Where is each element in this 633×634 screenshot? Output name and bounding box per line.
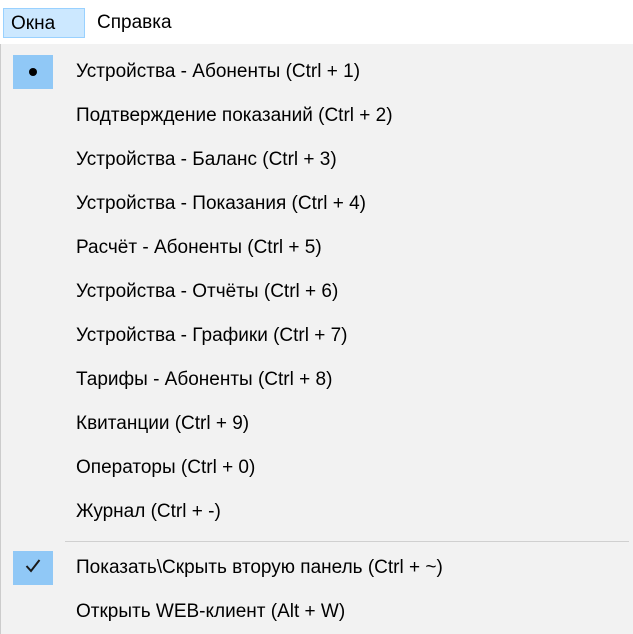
menu-windows[interactable]: Окна xyxy=(3,8,85,38)
menu-item-devices-reports[interactable]: Устройства - Отчёты (Ctrl + 6) xyxy=(1,272,633,312)
menu-item-tariffs-subscribers[interactable]: Тарифы - Абоненты (Ctrl + 8) xyxy=(1,360,633,400)
menu-item-label: Расчёт - Абоненты (Ctrl + 5) xyxy=(76,237,322,258)
menu-item-label: Устройства - Показания (Ctrl + 4) xyxy=(76,193,366,214)
menu-item-devices-balance[interactable]: Устройства - Баланс (Ctrl + 3) xyxy=(1,140,633,180)
checkmark-icon xyxy=(25,559,41,573)
menu-item-open-web-client[interactable]: Открыть WEB-клиент (Alt + W) xyxy=(1,592,633,632)
menu-item-toggle-second-panel[interactable]: Показать\Скрыть вторую панель (Ctrl + ~) xyxy=(1,548,633,588)
radio-bullet-icon xyxy=(29,68,37,76)
menu-item-label: Журнал (Ctrl + -) xyxy=(76,501,221,522)
menu-item-label: Подтверждение показаний (Ctrl + 2) xyxy=(76,105,393,126)
menu-item-label: Устройства - Графики (Ctrl + 7) xyxy=(76,325,348,346)
menu-item-label: Устройства - Баланс (Ctrl + 3) xyxy=(76,149,337,170)
windows-dropdown-menu: Устройства - Абоненты (Ctrl + 1) Подтвер… xyxy=(0,44,633,634)
radio-mark-box xyxy=(13,55,53,89)
menu-item-journal[interactable]: Журнал (Ctrl + -) xyxy=(1,492,633,532)
menu-bar: Окна Справка xyxy=(0,0,633,43)
menu-item-label: Квитанции (Ctrl + 9) xyxy=(76,413,250,434)
menu-item-receipts[interactable]: Квитанции (Ctrl + 9) xyxy=(1,404,633,444)
check-mark-box xyxy=(13,551,53,585)
menu-item-label: Тарифы - Абоненты (Ctrl + 8) xyxy=(76,369,333,390)
menu-item-calculation-subscribers[interactable]: Расчёт - Абоненты (Ctrl + 5) xyxy=(1,228,633,268)
menu-help[interactable]: Справка xyxy=(90,8,179,38)
menu-item-label: Показать\Скрыть вторую панель (Ctrl + ~) xyxy=(76,557,443,578)
menu-item-readings-confirmation[interactable]: Подтверждение показаний (Ctrl + 2) xyxy=(1,96,633,136)
menu-item-devices-charts[interactable]: Устройства - Графики (Ctrl + 7) xyxy=(1,316,633,356)
menu-item-label: Устройства - Абоненты (Ctrl + 1) xyxy=(76,61,361,82)
menu-item-operators[interactable]: Операторы (Ctrl + 0) xyxy=(1,448,633,488)
menu-item-label: Операторы (Ctrl + 0) xyxy=(76,457,256,478)
menu-item-label: Устройства - Отчёты (Ctrl + 6) xyxy=(76,281,339,302)
menu-separator xyxy=(65,541,629,542)
menu-item-devices-subscribers[interactable]: Устройства - Абоненты (Ctrl + 1) xyxy=(1,52,633,92)
menu-item-label: Открыть WEB-клиент (Alt + W) xyxy=(76,601,346,622)
menu-item-devices-readings[interactable]: Устройства - Показания (Ctrl + 4) xyxy=(1,184,633,224)
